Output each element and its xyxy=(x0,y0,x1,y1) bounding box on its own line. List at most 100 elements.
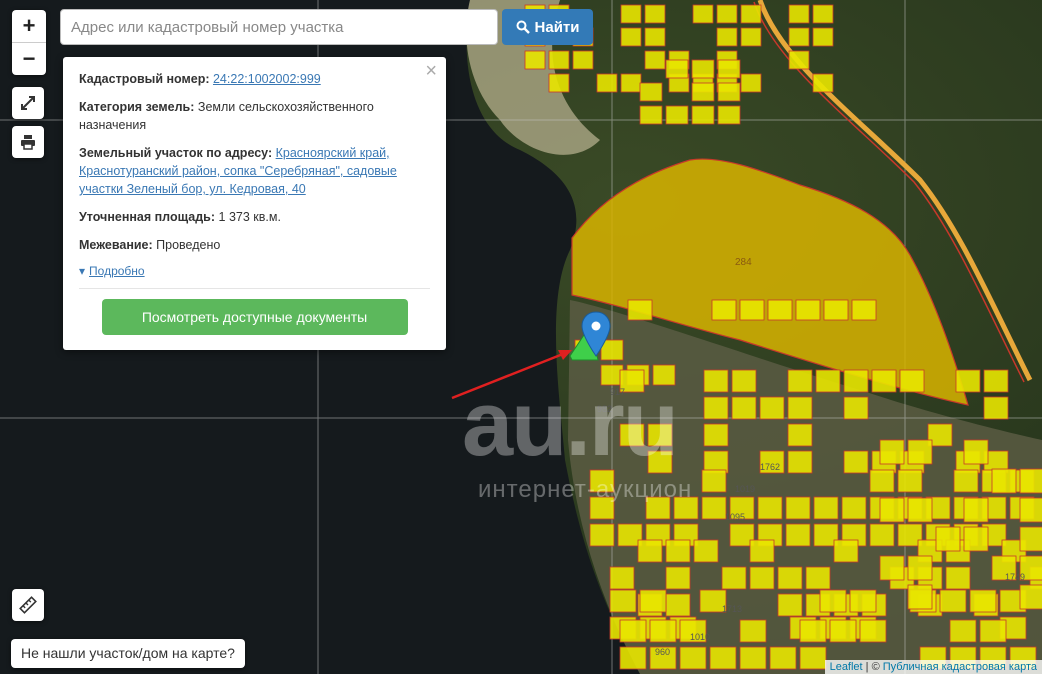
land-parcel[interactable] xyxy=(945,566,971,590)
land-parcel[interactable] xyxy=(849,589,877,613)
land-parcel[interactable] xyxy=(716,27,738,47)
land-parcel[interactable] xyxy=(991,468,1017,494)
land-parcel[interactable] xyxy=(963,497,989,523)
land-parcel[interactable] xyxy=(843,396,869,420)
zoom-out-button[interactable]: − xyxy=(12,42,46,75)
land-parcel[interactable] xyxy=(731,369,757,393)
land-parcel[interactable] xyxy=(703,423,729,447)
land-parcel[interactable] xyxy=(639,589,667,613)
land-parcel[interactable] xyxy=(788,27,810,47)
land-parcel[interactable] xyxy=(907,584,933,610)
land-parcel[interactable] xyxy=(524,50,546,70)
land-parcel[interactable] xyxy=(645,496,671,520)
land-parcel[interactable] xyxy=(691,105,715,125)
land-parcel[interactable] xyxy=(879,439,905,465)
land-parcel[interactable] xyxy=(869,523,895,547)
land-parcel[interactable] xyxy=(879,555,905,581)
land-parcel[interactable] xyxy=(572,50,594,70)
land-parcel[interactable] xyxy=(812,4,834,24)
land-parcel[interactable] xyxy=(673,496,699,520)
land-parcel[interactable] xyxy=(983,396,1009,420)
land-parcel[interactable] xyxy=(767,299,793,321)
land-parcel[interactable] xyxy=(644,27,666,47)
land-parcel[interactable] xyxy=(787,369,813,393)
land-parcel[interactable] xyxy=(823,299,849,321)
land-parcel[interactable] xyxy=(665,59,689,79)
land-parcel[interactable] xyxy=(979,619,1007,643)
land-parcel[interactable] xyxy=(717,82,741,102)
land-parcel[interactable] xyxy=(716,4,738,24)
land-parcel[interactable] xyxy=(787,423,813,447)
land-parcel[interactable] xyxy=(851,299,877,321)
land-parcel[interactable] xyxy=(788,4,810,24)
leaflet-link[interactable]: Leaflet xyxy=(830,661,863,673)
land-parcel[interactable] xyxy=(871,369,897,393)
land-parcel[interactable] xyxy=(983,369,1009,393)
land-parcel[interactable] xyxy=(619,646,647,670)
land-parcel[interactable] xyxy=(787,396,813,420)
ruler-button[interactable] xyxy=(12,589,44,621)
land-parcel[interactable] xyxy=(897,469,923,493)
land-parcel[interactable] xyxy=(739,299,765,321)
land-parcel[interactable] xyxy=(717,105,741,125)
land-parcel[interactable] xyxy=(740,27,762,47)
land-parcel[interactable] xyxy=(1019,468,1042,494)
land-parcel[interactable] xyxy=(799,619,827,643)
land-parcel[interactable] xyxy=(953,469,979,493)
land-parcel[interactable] xyxy=(639,105,663,125)
land-parcel[interactable] xyxy=(749,539,775,563)
land-parcel[interactable] xyxy=(691,59,715,79)
land-parcel[interactable] xyxy=(665,539,691,563)
land-parcel[interactable] xyxy=(813,496,839,520)
land-parcel[interactable] xyxy=(907,497,933,523)
land-parcel[interactable] xyxy=(721,566,747,590)
land-parcel[interactable] xyxy=(879,497,905,523)
land-parcel[interactable] xyxy=(1019,584,1042,610)
land-parcel[interactable] xyxy=(665,566,691,590)
land-parcel[interactable] xyxy=(644,50,666,70)
land-parcel[interactable] xyxy=(907,439,933,465)
land-parcel[interactable] xyxy=(955,369,981,393)
land-parcel[interactable] xyxy=(692,4,714,24)
land-parcel[interactable] xyxy=(548,73,570,93)
land-parcel[interactable] xyxy=(691,82,715,102)
land-parcel[interactable] xyxy=(805,566,831,590)
view-documents-button[interactable]: Посмотреть доступные документы xyxy=(101,299,408,335)
land-parcel[interactable] xyxy=(644,4,666,24)
land-parcel[interactable] xyxy=(717,59,741,79)
land-parcel[interactable] xyxy=(620,4,642,24)
land-parcel[interactable] xyxy=(1019,497,1042,523)
land-parcel[interactable] xyxy=(627,299,653,321)
land-parcel[interactable] xyxy=(703,369,729,393)
source-link[interactable]: Публичная кадастровая карта xyxy=(883,661,1037,673)
land-parcel[interactable] xyxy=(841,496,867,520)
land-parcel[interactable] xyxy=(969,589,997,613)
land-parcel[interactable] xyxy=(740,4,762,24)
land-parcel[interactable] xyxy=(777,566,803,590)
land-parcel[interactable] xyxy=(589,469,615,493)
land-parcel[interactable] xyxy=(1019,526,1042,552)
land-parcel[interactable] xyxy=(679,646,707,670)
land-parcel[interactable] xyxy=(731,396,757,420)
land-parcel[interactable] xyxy=(757,496,783,520)
print-button[interactable] xyxy=(12,126,44,158)
land-parcel[interactable] xyxy=(869,469,895,493)
more-details-link[interactable]: ▾ Подробно xyxy=(79,264,145,278)
land-parcel[interactable] xyxy=(859,619,887,643)
search-input[interactable] xyxy=(60,9,498,45)
land-parcel[interactable] xyxy=(963,526,989,552)
land-parcel[interactable] xyxy=(740,73,762,93)
land-parcel[interactable] xyxy=(819,589,847,613)
land-parcel[interactable] xyxy=(829,619,857,643)
land-parcel[interactable] xyxy=(637,539,663,563)
not-found-button[interactable]: Не нашли участок/дом на карте? xyxy=(11,639,245,668)
cadastral-link[interactable]: 24:22:1002002:999 xyxy=(213,72,321,86)
zoom-in-button[interactable]: + xyxy=(12,10,46,42)
land-parcel[interactable] xyxy=(709,646,737,670)
land-parcel[interactable] xyxy=(652,364,676,386)
land-parcel[interactable] xyxy=(843,450,869,474)
land-parcel[interactable] xyxy=(701,469,727,493)
land-parcel[interactable] xyxy=(649,619,677,643)
land-parcel[interactable] xyxy=(619,619,647,643)
land-parcel[interactable] xyxy=(647,450,673,474)
